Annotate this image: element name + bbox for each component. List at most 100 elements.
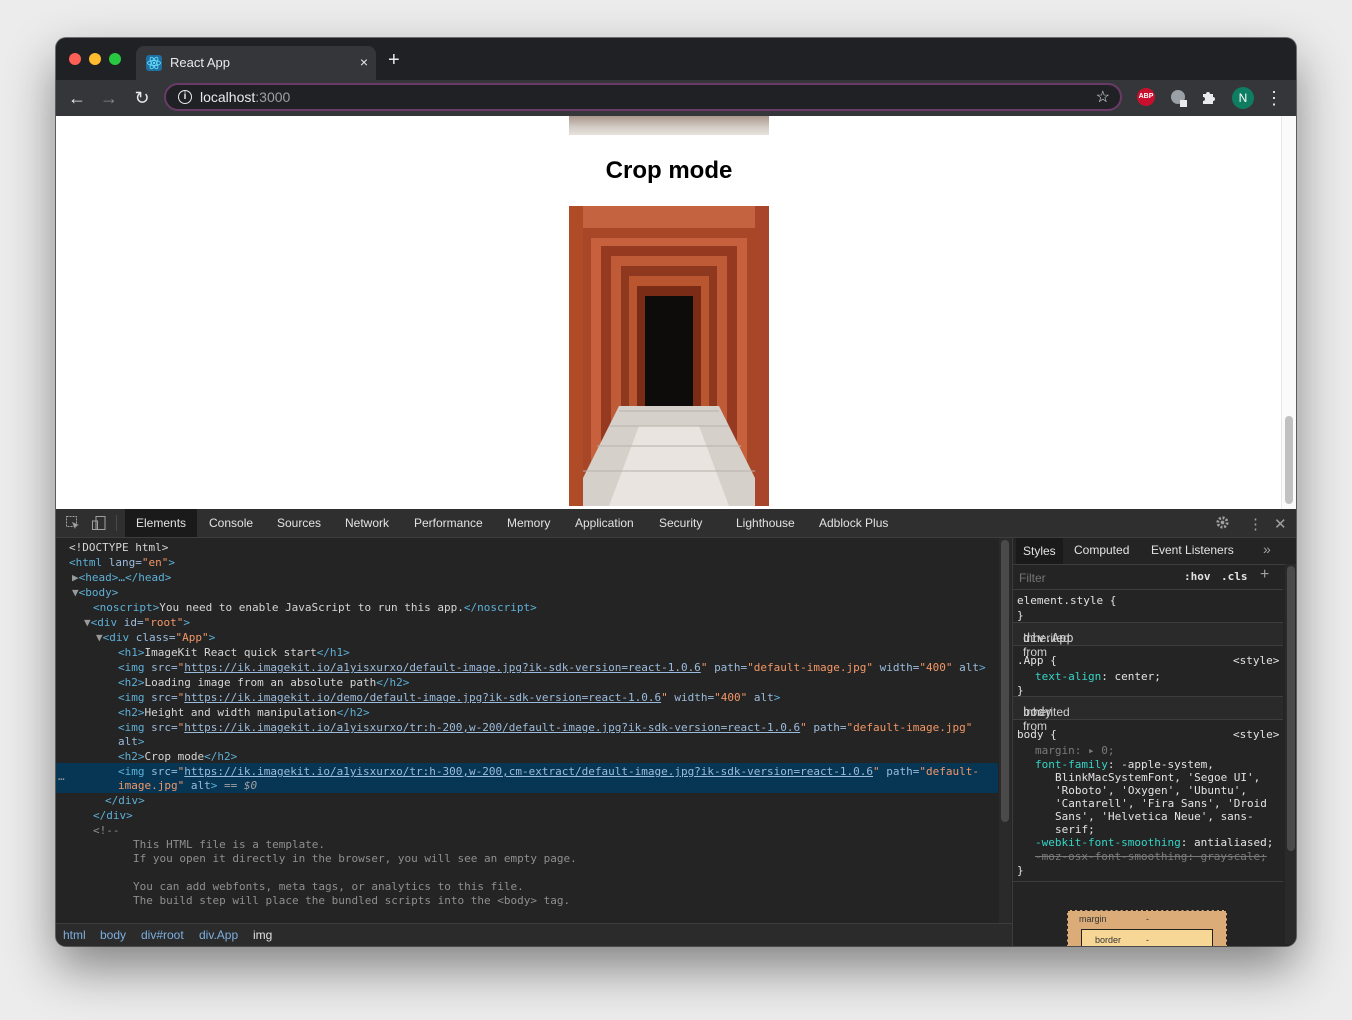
dom-html-node[interactable]: <html lang="en">	[69, 556, 175, 570]
moz-font-smoothing-declaration[interactable]: -moz-osx-font-smoothing: grayscale;	[1035, 850, 1267, 863]
bookmark-star-icon[interactable]: ☆	[1096, 87, 1110, 107]
back-button[interactable]: ←	[66, 87, 88, 109]
info-icon[interactable]: i	[178, 90, 192, 104]
add-rule-icon[interactable]: +	[1260, 566, 1269, 584]
dom-img4-node[interactable]: <img src="https://ik.imagekit.io/a1yisxu…	[118, 765, 979, 779]
profile-avatar[interactable]: N	[1232, 87, 1254, 109]
webkit-font-smoothing-declaration[interactable]: -webkit-font-smoothing: antialiased;	[1035, 836, 1273, 849]
breadcrumb-img[interactable]: img	[253, 928, 272, 942]
dom-div-app-close[interactable]: </div>	[105, 794, 145, 808]
new-tab-button[interactable]: +	[388, 50, 400, 70]
more-tabs-chevron-icon[interactable]: »	[1263, 541, 1271, 557]
tab-memory[interactable]: Memory	[507, 516, 550, 530]
dom-img1-node[interactable]: <img src="https://ik.imagekit.io/a1yisxu…	[118, 661, 986, 675]
close-window-button[interactable]	[69, 53, 81, 65]
tab-application[interactable]: Application	[575, 516, 634, 530]
breadcrumb-html[interactable]: html	[63, 928, 86, 942]
hov-toggle[interactable]: :hov	[1184, 570, 1211, 583]
tab-styles[interactable]: Styles	[1016, 538, 1063, 564]
extension-icon[interactable]	[1169, 88, 1189, 108]
tab-sources[interactable]: Sources	[277, 516, 321, 530]
tab-computed[interactable]: Computed	[1074, 543, 1129, 557]
address-bar[interactable]: i localhost:3000 ☆	[164, 83, 1122, 111]
dom-img4-continued[interactable]: image.jpg" alt> == $0	[118, 779, 257, 793]
margin-declaration[interactable]: margin: ▸ 0;	[1035, 744, 1115, 757]
styles-tab-bar: Styles Computed Event Listeners »	[1013, 538, 1296, 565]
element-style-rule[interactable]: element.style {	[1017, 594, 1116, 607]
dom-img3-alt[interactable]: alt>	[118, 735, 145, 749]
font-family-declaration[interactable]: font-family: -apple-system,	[1035, 758, 1214, 771]
reload-button[interactable]: ↻	[131, 87, 153, 109]
browser-menu-icon[interactable]: ⋮	[1263, 87, 1285, 109]
dom-div-root-close[interactable]: </div>	[93, 809, 133, 823]
inspect-element-icon[interactable]	[65, 515, 81, 534]
font-family-line6: serif;	[1055, 823, 1095, 836]
tab-console[interactable]: Console	[209, 516, 253, 530]
forward-button[interactable]: →	[98, 87, 120, 109]
page-scrollbar[interactable]	[1281, 116, 1296, 509]
dom-noscript-node[interactable]: <noscript>You need to enable JavaScript …	[93, 601, 537, 615]
node-ellipsis-icon[interactable]: …	[58, 770, 65, 784]
devtools-more-icon[interactable]: ⋮	[1248, 515, 1263, 533]
box-margin-label: margin	[1079, 914, 1107, 924]
adblock-extension-icon[interactable]: ABP	[1137, 88, 1155, 106]
breadcrumb-div-app[interactable]: div.App	[199, 928, 238, 942]
tab-adblock-plus[interactable]: Adblock Plus	[819, 516, 888, 530]
app-rule-source[interactable]: <style>	[1233, 654, 1279, 667]
styles-filter-bar: :hov .cls +	[1013, 565, 1283, 590]
dom-h2-absolute-node[interactable]: <h2>Loading image from an absolute path<…	[118, 676, 409, 690]
tab-performance[interactable]: Performance	[414, 516, 483, 530]
minimize-window-button[interactable]	[89, 53, 101, 65]
tab-lighthouse[interactable]: Lighthouse	[736, 516, 795, 530]
app-text-align-declaration[interactable]: text-align: center;	[1035, 670, 1161, 683]
devtools-close-icon[interactable]: ✕	[1274, 515, 1287, 533]
tab-close-icon[interactable]: ×	[360, 53, 368, 71]
puzzle-extensions-icon[interactable]	[1200, 88, 1218, 106]
body-rule-close: }	[1017, 864, 1024, 877]
dom-body-node[interactable]: ▼<body>	[72, 586, 118, 600]
dom-h2-crop-node[interactable]: <h2>Crop mode</h2>	[118, 750, 237, 764]
dom-comment-line3: You can add webfonts, meta tags, or anal…	[133, 880, 524, 893]
elements-scrollbar-thumb[interactable]	[1001, 540, 1009, 822]
page-viewport: Crop mode	[56, 116, 1296, 509]
styles-scrollbar[interactable]	[1285, 564, 1296, 944]
styles-divider	[1013, 881, 1283, 882]
tab-security[interactable]: Security	[659, 516, 702, 530]
page-scrollbar-thumb[interactable]	[1285, 416, 1293, 504]
elements-scrollbar[interactable]	[999, 538, 1011, 923]
styles-filter-input[interactable]	[1017, 568, 1171, 587]
body-rule-source[interactable]: <style>	[1233, 728, 1279, 741]
browser-tab[interactable]: React App ×	[136, 46, 376, 80]
browser-toolbar: ← → ↻ i localhost:3000 ☆ ABP N ⋮	[56, 80, 1296, 116]
dom-div-app-node[interactable]: ▼<div class="App">	[96, 631, 215, 645]
box-model-margin[interactable]: margin - border -	[1067, 910, 1227, 946]
cls-toggle[interactable]: .cls	[1221, 570, 1248, 583]
tab-elements[interactable]: Elements	[125, 509, 198, 537]
styles-scrollbar-thumb[interactable]	[1287, 566, 1295, 851]
dom-img3-node[interactable]: <img src="https://ik.imagekit.io/a1yisxu…	[118, 721, 972, 735]
inherited-from-body: Inherited from body	[1013, 696, 1283, 733]
url-text[interactable]: localhost:3000	[200, 89, 290, 105]
breadcrumb-div-root[interactable]: div#root	[141, 928, 184, 942]
dom-doctype[interactable]: <!DOCTYPE html>	[69, 541, 168, 555]
dom-img2-node[interactable]: <img src="https://ik.imagekit.io/demo/de…	[118, 691, 780, 705]
font-family-line5: Sans', 'Helvetica Neue', sans-	[1055, 810, 1254, 823]
breadcrumb-body[interactable]: body	[100, 928, 126, 942]
device-toolbar-icon[interactable]	[91, 515, 107, 534]
app-rule-selector[interactable]: .App {	[1017, 654, 1057, 667]
dom-comment-open[interactable]: <!--	[93, 824, 120, 838]
settings-gear-icon[interactable]	[1215, 515, 1230, 533]
body-rule-selector[interactable]: body {	[1017, 728, 1057, 741]
dom-head-node[interactable]: ▶<head>…</head>	[72, 571, 171, 585]
tab-event-listeners[interactable]: Event Listeners	[1151, 543, 1234, 557]
zoom-window-button[interactable]	[109, 53, 121, 65]
tab-network[interactable]: Network	[345, 516, 389, 530]
dom-h1-node[interactable]: <h1>ImageKit React quick start</h1>	[118, 646, 350, 660]
dom-div-root-node[interactable]: ▼<div id="root">	[84, 616, 190, 630]
elements-dom-tree[interactable]: … <!DOCTYPE html> <html lang="en"> ▶<hea…	[56, 538, 998, 923]
box-border-value: -	[1146, 935, 1149, 945]
tab-divider	[116, 515, 117, 531]
box-model-border[interactable]: border -	[1081, 929, 1213, 946]
tab-strip: React App × +	[56, 38, 1296, 80]
dom-h2-height-width-node[interactable]: <h2>Height and width manipulation</h2>	[118, 706, 370, 720]
